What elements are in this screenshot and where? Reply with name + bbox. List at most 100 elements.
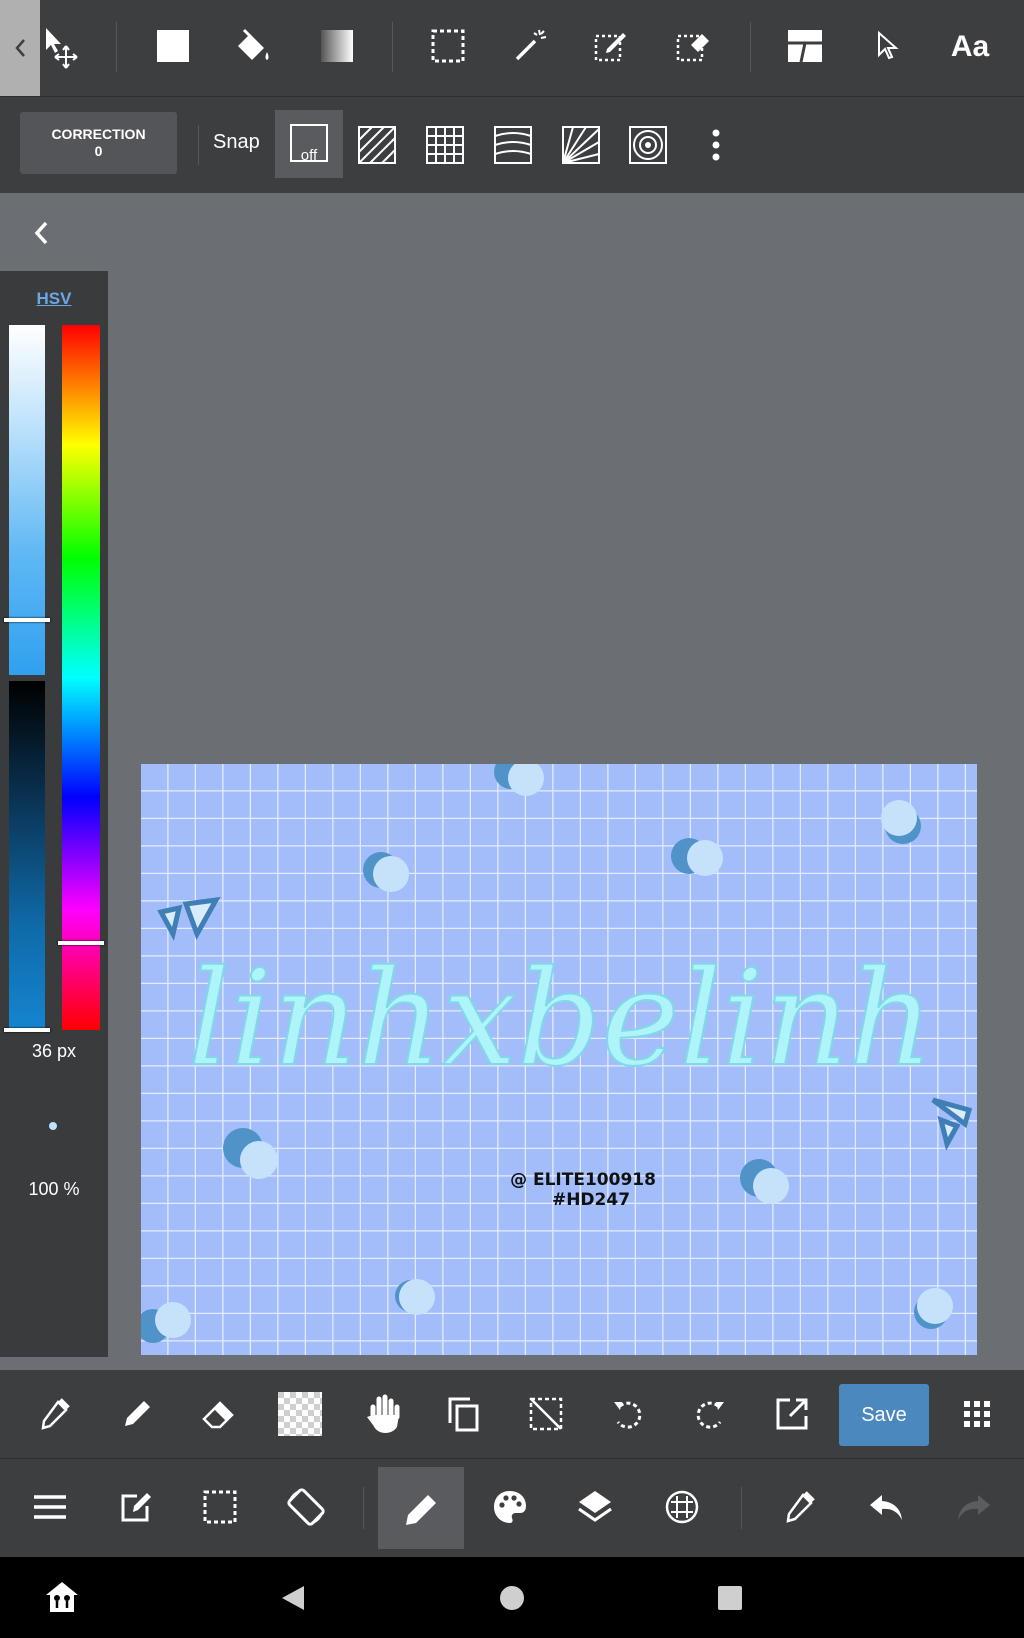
brush-tool-button[interactable] <box>378 1467 464 1549</box>
rotate-left-button[interactable] <box>608 1394 648 1434</box>
deselect-button[interactable] <box>526 1394 566 1434</box>
copy-layer-button[interactable] <box>444 1394 484 1434</box>
nav-home-button[interactable] <box>495 1581 529 1615</box>
chevron-left-icon <box>15 39 25 57</box>
value-handle[interactable] <box>4 1028 50 1032</box>
copy-icon <box>448 1397 479 1432</box>
fill-rectangle-tool-button[interactable] <box>155 28 191 64</box>
paint-bucket-icon <box>238 28 269 60</box>
artwork-canvas[interactable]: linhxbelinh @ ELITE100918 #HD247 <box>141 764 977 1355</box>
rotate-right-button[interactable] <box>690 1394 730 1434</box>
operation-tool-button[interactable] <box>874 28 902 64</box>
quick-toolbar: Save <box>0 1370 1024 1459</box>
transform-button[interactable] <box>284 1485 328 1529</box>
hamburger-menu-icon <box>34 1495 66 1519</box>
eyedropper-icon <box>786 1491 815 1523</box>
snap-off-icon <box>290 124 328 162</box>
color-panel: HSV 36 px 100 % <box>0 271 108 1357</box>
selection-button[interactable] <box>200 1487 240 1527</box>
open-external-icon <box>776 1398 808 1430</box>
color-palette-button[interactable] <box>488 1485 532 1529</box>
pen-button[interactable] <box>118 1394 156 1434</box>
snap-toolbar: CORRECTION 0 Snap off <box>0 97 1024 193</box>
grid-icon <box>426 126 464 164</box>
undo-icon <box>870 1495 902 1520</box>
transparent-color-button[interactable] <box>278 1392 322 1436</box>
hand-tool-button[interactable] <box>364 1392 404 1436</box>
select-pen-tool-button[interactable] <box>592 26 630 64</box>
artwork-credit-line2: #HD247 <box>552 1190 630 1210</box>
edit-icon <box>121 1493 151 1522</box>
move-icon <box>46 28 78 69</box>
pencil-icon <box>125 1401 150 1426</box>
snap-curve-button[interactable] <box>493 125 533 165</box>
palette-icon <box>494 1491 526 1523</box>
home-lock-icon <box>46 1582 78 1612</box>
snap-off-label: off <box>300 147 318 164</box>
correction-label: CORRECTION <box>51 126 146 142</box>
square-recents-icon <box>718 1586 742 1610</box>
select-rectangle-tool-button[interactable] <box>430 28 466 64</box>
snap-grid-button[interactable] <box>425 125 465 165</box>
main-toolbar <box>0 1459 1024 1557</box>
apps-grid-button[interactable] <box>958 1394 996 1434</box>
saturation-handle[interactable] <box>4 618 50 622</box>
rotate-screen-icon <box>287 1488 325 1526</box>
export-button[interactable] <box>772 1394 812 1434</box>
eraser-button[interactable] <box>198 1394 238 1434</box>
snap-radial-button[interactable] <box>561 125 601 165</box>
magic-wand-icon <box>515 29 547 61</box>
correction-button[interactable]: CORRECTION 0 <box>20 112 177 174</box>
color-mode-link[interactable]: HSV <box>0 289 108 309</box>
selection-pen-icon <box>594 33 626 62</box>
more-vertical-icon <box>712 129 720 161</box>
value-slider[interactable] <box>9 681 45 1031</box>
text-tool-label: Aa <box>950 30 990 63</box>
undo-button[interactable] <box>866 1487 906 1527</box>
magic-wand-tool-button[interactable] <box>512 26 550 64</box>
frame-divider-tool-button[interactable] <box>786 28 824 64</box>
menu-button[interactable] <box>30 1487 70 1527</box>
material-button[interactable] <box>660 1485 704 1529</box>
rotate-left-icon <box>614 1401 642 1429</box>
snap-label: Snap <box>213 131 260 153</box>
eyedropper-button[interactable] <box>36 1394 74 1434</box>
save-button[interactable]: Save <box>839 1384 929 1446</box>
collapse-toolbar-button[interactable] <box>0 0 40 96</box>
saturation-slider[interactable] <box>9 325 45 675</box>
hue-handle[interactable] <box>58 941 104 945</box>
redo-icon <box>958 1495 990 1520</box>
snap-concentric-button[interactable] <box>628 125 668 165</box>
hue-slider[interactable] <box>62 325 100 1030</box>
eyedropper-main-button[interactable] <box>780 1487 820 1527</box>
nav-recents-button[interactable] <box>713 1581 747 1615</box>
text-tool-button[interactable]: Aa <box>940 26 1000 68</box>
bucket-tool-button[interactable] <box>232 26 274 66</box>
frame-divider-icon <box>788 30 822 63</box>
canvas-area[interactable]: HSV 36 px 100 % linhxbelinh @ ELITE10091… <box>0 193 1024 1469</box>
brush-size-label[interactable]: 36 px <box>0 1041 108 1062</box>
gradient-icon <box>321 30 353 62</box>
snap-off-button[interactable]: off <box>275 110 343 178</box>
artwork-image: linhxbelinh @ ELITE100918 #HD247 <box>141 764 977 1355</box>
layers-button[interactable] <box>574 1485 616 1529</box>
gradient-tool-button[interactable] <box>320 28 354 64</box>
nav-back-button[interactable] <box>276 1581 310 1615</box>
hand-icon <box>367 1394 400 1433</box>
snap-parallel-button[interactable] <box>357 125 397 165</box>
selection-eraser-icon <box>676 34 709 62</box>
move-tool-button[interactable] <box>42 26 82 70</box>
snap-more-button[interactable] <box>700 125 732 165</box>
assistant-button[interactable] <box>42 1577 82 1617</box>
triangle-back-icon <box>282 1586 304 1610</box>
edit-button[interactable] <box>116 1487 156 1527</box>
artwork-credit-line1: @ ELITE100918 <box>510 1170 656 1190</box>
deselect-icon <box>529 1397 563 1431</box>
hide-panel-button[interactable] <box>26 213 56 253</box>
opacity-label[interactable]: 100 % <box>0 1179 108 1200</box>
redo-button[interactable] <box>954 1487 994 1527</box>
layers-icon <box>578 1491 612 1522</box>
brush-size-preview <box>49 1122 57 1130</box>
select-eraser-tool-button[interactable] <box>674 26 712 64</box>
parallel-lines-icon <box>358 126 396 164</box>
